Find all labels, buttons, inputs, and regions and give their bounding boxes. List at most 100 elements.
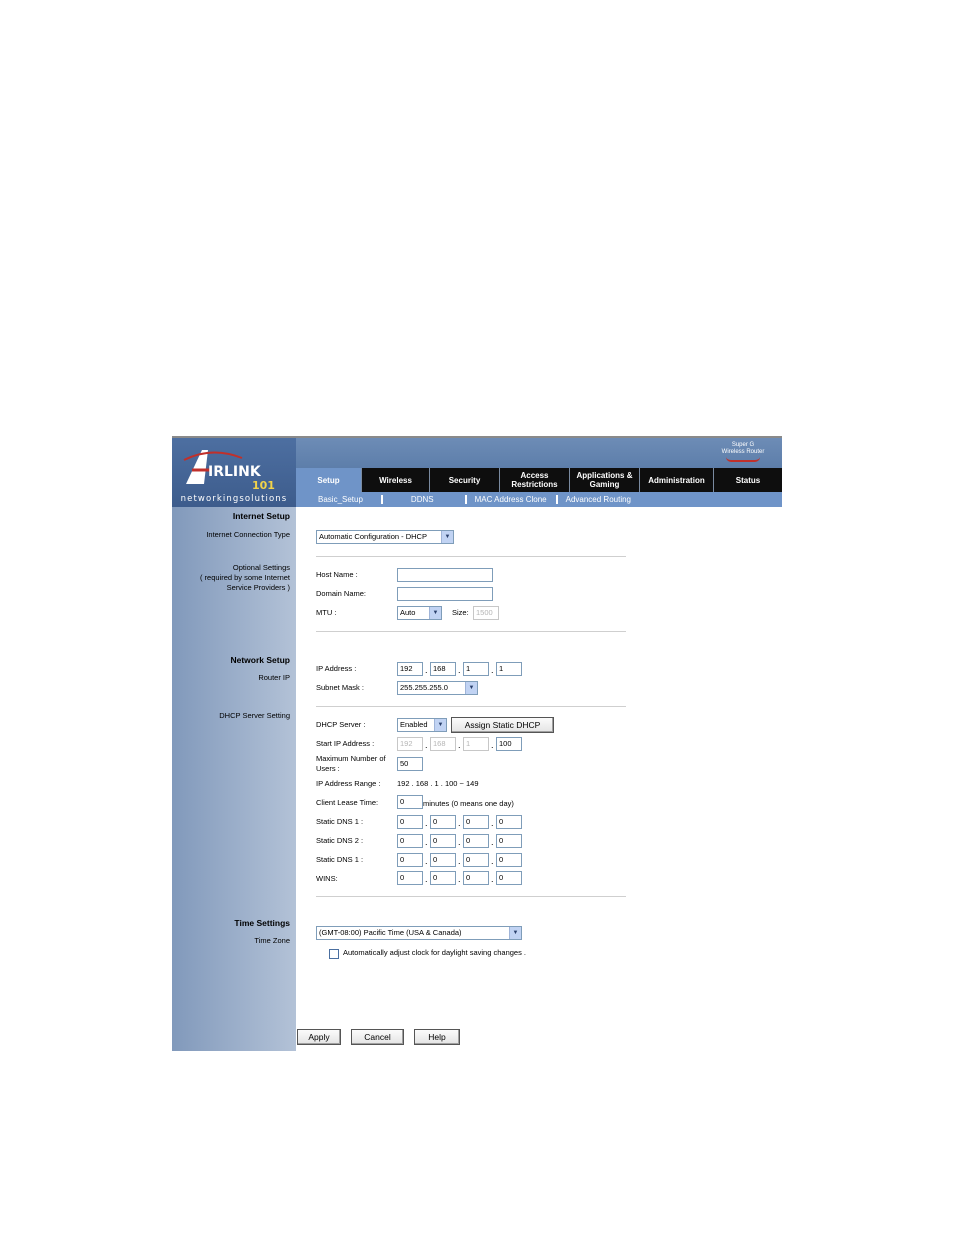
ip-range-value: 192 . 168 . 1 . 100 ~ 149: [397, 779, 479, 788]
connection-type-value: Automatic Configuration - DHCP: [319, 532, 427, 541]
dns2-octet-2[interactable]: 0: [430, 834, 456, 848]
ip-octet-2[interactable]: 168: [430, 662, 456, 676]
tab-security[interactable]: Security: [430, 468, 500, 492]
dns1-octet-2[interactable]: 0: [430, 815, 456, 829]
main-tabs: Setup Wireless Security Access Restricti…: [296, 468, 782, 492]
wins-octet-3[interactable]: 0: [463, 871, 489, 885]
label-dhcp-setting: DHCP Server Setting: [219, 711, 290, 720]
wins-octet-4[interactable]: 0: [496, 871, 522, 885]
subnav-mac-clone[interactable]: MAC Address Clone: [475, 495, 547, 504]
dhcp-server-value: Enabled: [400, 720, 428, 729]
chevron-down-icon: ▼: [429, 607, 441, 619]
connection-type-select[interactable]: Automatic Configuration - DHCP ▼: [316, 530, 454, 544]
lease-time-input[interactable]: 0: [397, 795, 423, 809]
dns3-octet-3[interactable]: 0: [463, 853, 489, 867]
start-ip-octet-2[interactable]: 168: [430, 737, 456, 751]
ip-dot: .: [458, 837, 461, 847]
tab-administration[interactable]: Administration: [640, 468, 714, 492]
dns3-octet-4[interactable]: 0: [496, 853, 522, 867]
airlink-logo: IRLINK 101 networkingsolutions: [172, 438, 296, 507]
dhcp-server-select[interactable]: Enabled ▼: [397, 718, 447, 732]
airlink-logo-graphic: IRLINK 101: [183, 450, 275, 492]
wins-label: WINS:: [316, 874, 338, 883]
section-internet-setup: Internet Setup: [232, 511, 290, 521]
ip-dot: .: [425, 837, 428, 847]
router-admin-page: IRLINK 101 networkingsolutions Super G W…: [172, 436, 782, 1051]
divider: [316, 556, 626, 557]
svg-text:101: 101: [252, 479, 275, 492]
help-button[interactable]: Help: [414, 1029, 460, 1045]
subnav-advanced-routing[interactable]: Advanced Routing: [566, 495, 631, 504]
ip-dot: .: [458, 856, 461, 866]
dns1-octet-1[interactable]: 0: [397, 815, 423, 829]
tab-access-restrictions[interactable]: Access Restrictions: [500, 468, 570, 492]
dst-label: Automatically adjust clock for daylight …: [343, 948, 527, 957]
divider: [316, 896, 626, 897]
svg-text:IRLINK: IRLINK: [208, 464, 262, 480]
subnav-ddns[interactable]: DDNS: [411, 495, 434, 504]
ip-dot: .: [458, 818, 461, 828]
sidebar: Internet Setup Internet Connection Type …: [172, 507, 296, 1051]
start-ip-octet-3[interactable]: 1: [463, 737, 489, 751]
dns3-octet-1[interactable]: 0: [397, 853, 423, 867]
max-users-input[interactable]: 50: [397, 757, 423, 771]
subnet-mask-select[interactable]: 255.255.255.0 ▼: [397, 681, 478, 695]
subnav-basic-setup[interactable]: Basic_Setup: [318, 495, 363, 504]
dns2-octet-1[interactable]: 0: [397, 834, 423, 848]
tab-wireless[interactable]: Wireless: [362, 468, 430, 492]
sub-navigation: Basic_Setup DDNS MAC Address Clone Advan…: [296, 492, 782, 507]
ip-dot: .: [458, 740, 461, 750]
wins-octet-1[interactable]: 0: [397, 871, 423, 885]
time-zone-value: (GMT-08:00) Pacific Time (USA & Canada): [319, 928, 462, 937]
ip-range-label: IP Address Range :: [316, 779, 381, 788]
ip-dot: .: [458, 874, 461, 884]
ip-octet-3[interactable]: 1: [463, 662, 489, 676]
chevron-down-icon: ▼: [434, 719, 446, 731]
time-zone-select[interactable]: (GMT-08:00) Pacific Time (USA & Canada) …: [316, 926, 522, 940]
ip-dot: .: [491, 856, 494, 866]
max-users-label: Maximum Number of Users :: [316, 754, 386, 773]
ip-dot: .: [458, 665, 461, 675]
assign-static-dhcp-button[interactable]: Assign Static DHCP: [451, 717, 554, 733]
ip-dot: .: [425, 665, 428, 675]
ip-address-label: IP Address :: [316, 664, 357, 673]
wins-octet-2[interactable]: 0: [430, 871, 456, 885]
dhcp-server-label: DHCP Server :: [316, 720, 366, 729]
cancel-button[interactable]: Cancel: [351, 1029, 404, 1045]
host-name-input[interactable]: [397, 568, 493, 582]
dst-checkbox[interactable]: [329, 949, 339, 959]
mtu-select[interactable]: Auto ▼: [397, 606, 442, 620]
domain-name-label: Domain Name:: [316, 589, 367, 598]
subnet-mask-value: 255.255.255.0: [400, 683, 448, 692]
ip-dot: .: [425, 740, 428, 750]
chevron-down-icon: ▼: [465, 682, 477, 694]
static-dns1-label: Static DNS 1 :: [316, 817, 364, 826]
tab-setup[interactable]: Setup: [296, 468, 362, 492]
header: IRLINK 101 networkingsolutions Super G W…: [172, 436, 782, 507]
start-ip-octet-1[interactable]: 192: [397, 737, 423, 751]
subnav-divider: [555, 495, 558, 504]
start-ip-octet-4[interactable]: 100: [496, 737, 522, 751]
header-strip: Super G Wireless Router: [296, 438, 782, 468]
label-time-zone: Time Zone: [254, 936, 290, 945]
ip-octet-1[interactable]: 192: [397, 662, 423, 676]
apply-button[interactable]: Apply: [297, 1029, 341, 1045]
dns2-octet-3[interactable]: 0: [463, 834, 489, 848]
domain-name-input[interactable]: [397, 587, 493, 601]
ip-octet-4[interactable]: 1: [496, 662, 522, 676]
dns2-octet-4[interactable]: 0: [496, 834, 522, 848]
dns1-octet-4[interactable]: 0: [496, 815, 522, 829]
settings-content: Automatic Configuration - DHCP ▼ Host Na…: [296, 507, 782, 1051]
dns3-octet-2[interactable]: 0: [430, 853, 456, 867]
mtu-value: Auto: [400, 608, 416, 617]
ip-dot: .: [425, 818, 428, 828]
tab-applications-gaming[interactable]: Applications & Gaming: [570, 468, 640, 492]
tab-status[interactable]: Status: [714, 468, 782, 492]
static-dns2-label: Static DNS 2 :: [316, 836, 364, 845]
mtu-size-input[interactable]: 1500: [473, 606, 499, 620]
label-router-ip: Router IP: [258, 673, 290, 682]
product-line2: Wireless Router: [721, 449, 765, 455]
dns1-octet-3[interactable]: 0: [463, 815, 489, 829]
ip-dot: .: [425, 856, 428, 866]
chevron-down-icon: ▼: [509, 927, 521, 939]
